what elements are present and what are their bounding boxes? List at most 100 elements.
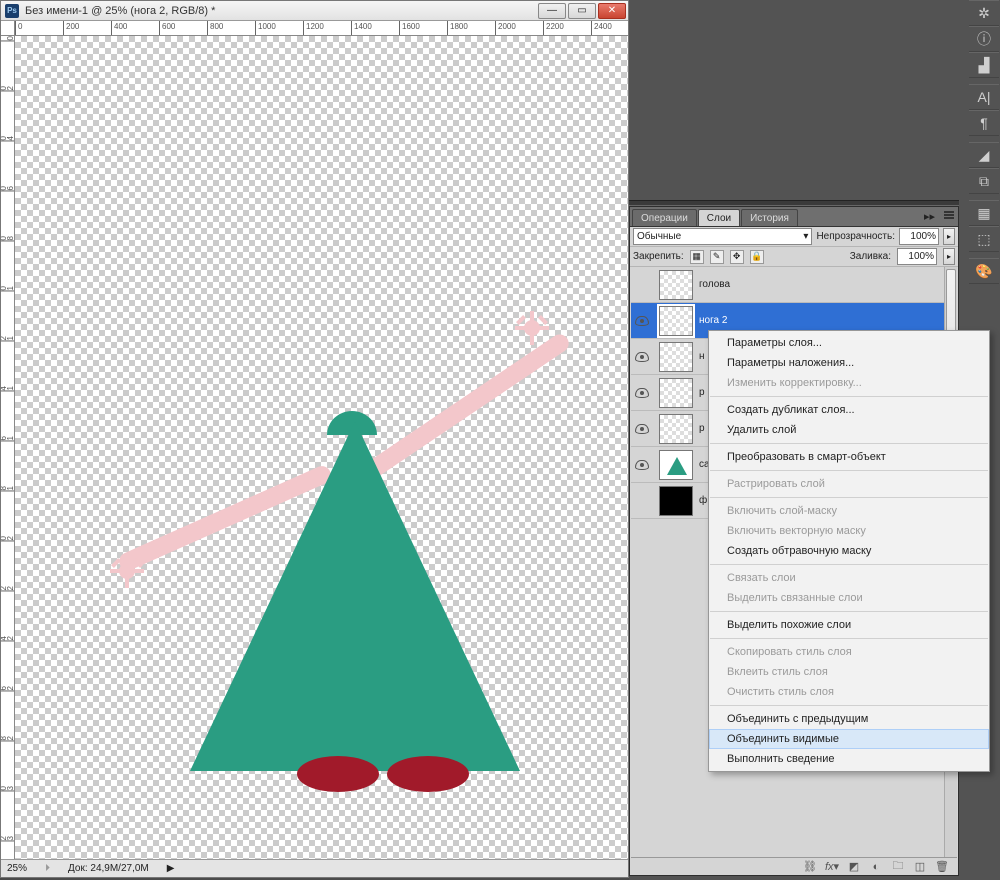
brush-icon[interactable]: ◢ xyxy=(969,142,999,168)
ruler-tick: 1600 xyxy=(399,21,420,36)
clone-source-icon[interactable]: ⧉ xyxy=(969,168,999,194)
visibility-toggle[interactable] xyxy=(631,339,653,374)
character-icon[interactable]: A| xyxy=(969,84,999,110)
menu-item[interactable]: Удалить слой xyxy=(709,420,989,440)
eye-icon xyxy=(635,316,649,326)
menu-item[interactable]: Преобразовать в смарт-объект xyxy=(709,447,989,467)
titlebar[interactable]: Ps Без имени-1 @ 25% (нога 2, RGB/8) * —… xyxy=(1,1,628,21)
layer-name[interactable]: н xyxy=(699,351,705,362)
artwork xyxy=(15,36,628,859)
status-bar: 25% ⏵ Док: 24,9M/27,0M ▶ xyxy=(1,859,628,877)
lock-all-icon[interactable]: 🔒 xyxy=(750,250,764,264)
new-layer-icon[interactable]: ◫ xyxy=(913,860,927,874)
lock-fill-row: Закрепить: ▦ ✎ ✥ 🔒 Заливка: 100% ▸ xyxy=(630,247,958,267)
zoom-level[interactable]: 25% xyxy=(7,863,27,874)
menu-item[interactable]: Параметры наложения... xyxy=(709,353,989,373)
histogram-icon[interactable]: ▟ xyxy=(969,52,999,78)
panel-menu-icon[interactable] xyxy=(944,211,954,219)
menu-item[interactable]: Создать дубликат слоя... xyxy=(709,400,989,420)
ruler-horizontal[interactable]: 0200400600800100012001400160018002000220… xyxy=(15,21,628,36)
layer-row[interactable]: голова xyxy=(631,267,957,303)
layer-name[interactable]: голова xyxy=(699,279,730,290)
close-button[interactable]: ✕ xyxy=(598,3,626,19)
ruler-tick: 400 xyxy=(1,136,15,141)
fill-input[interactable]: 100% xyxy=(897,248,937,265)
blend-mode-select[interactable]: Обычные ▾ xyxy=(633,228,812,245)
visibility-toggle[interactable] xyxy=(631,267,653,302)
maximize-button[interactable]: ▭ xyxy=(568,3,596,19)
ruler-tick: 2800 xyxy=(1,736,15,741)
visibility-toggle[interactable] xyxy=(631,411,653,446)
minimize-button[interactable]: — xyxy=(538,3,566,19)
styles-icon[interactable]: ⬚ xyxy=(969,226,999,252)
visibility-toggle[interactable] xyxy=(631,447,653,482)
lock-transparency-icon[interactable]: ▦ xyxy=(690,250,704,264)
navigator-icon[interactable]: ✲ xyxy=(969,0,999,26)
layer-thumbnail[interactable] xyxy=(659,270,693,300)
ruler-tick: 1400 xyxy=(1,386,15,391)
tab-history[interactable]: История xyxy=(741,209,798,226)
menu-separator xyxy=(710,497,988,498)
delete-layer-icon[interactable]: 🗑 xyxy=(935,860,949,874)
fill-flyout-icon[interactable]: ▸ xyxy=(943,248,955,265)
swatches-icon[interactable]: ▦ xyxy=(969,200,999,226)
menu-item[interactable]: Выполнить сведение xyxy=(709,749,989,769)
ruler-tick: 2000 xyxy=(1,536,15,541)
panel-collapse-icon[interactable]: ▸▸ xyxy=(924,210,936,223)
adjustment-layer-icon[interactable]: ◐ xyxy=(869,860,883,874)
layer-context-menu[interactable]: Параметры слоя...Параметры наложения...И… xyxy=(708,330,990,772)
layer-name[interactable]: р xyxy=(699,387,705,398)
eye-icon xyxy=(635,424,649,434)
info-icon[interactable]: ⓘ xyxy=(969,26,999,52)
ruler-tick: 1400 xyxy=(351,21,372,36)
ruler-tick: 1200 xyxy=(303,21,324,36)
panel-tabs: Операции Слои История ▸▸ xyxy=(630,207,958,227)
layer-name[interactable]: нога 2 xyxy=(699,315,727,326)
tab-layers[interactable]: Слои xyxy=(698,209,740,226)
eye-icon xyxy=(635,460,649,470)
menu-separator xyxy=(710,470,988,471)
window-title: Без имени-1 @ 25% (нога 2, RGB/8) * xyxy=(25,5,538,17)
paragraph-icon[interactable]: ¶ xyxy=(969,110,999,136)
tab-actions[interactable]: Операции xyxy=(632,209,697,226)
layer-thumbnail[interactable] xyxy=(659,306,693,336)
opacity-input[interactable]: 100% xyxy=(899,228,939,245)
menu-item[interactable]: Объединить видимые xyxy=(709,729,989,749)
layer-thumbnail[interactable] xyxy=(659,414,693,444)
ruler-tick: 2000 xyxy=(495,21,516,36)
menu-item[interactable]: Создать обтравочную маску xyxy=(709,541,989,561)
ruler-vertical[interactable]: 0200400600800100012001400160018002000220… xyxy=(1,36,15,859)
menu-item[interactable]: Объединить с предыдущим xyxy=(709,709,989,729)
visibility-toggle[interactable] xyxy=(631,375,653,410)
canvas[interactable] xyxy=(15,36,628,859)
menu-separator xyxy=(710,705,988,706)
layer-thumbnail[interactable] xyxy=(659,450,693,480)
menu-item: Растрировать слой xyxy=(709,474,989,494)
color-icon[interactable]: 🎨 xyxy=(969,258,999,284)
layer-name[interactable]: р xyxy=(699,423,705,434)
ruler-tick: 1200 xyxy=(1,336,15,341)
link-layers-icon[interactable]: ⛓ xyxy=(803,860,817,874)
layer-thumbnail[interactable] xyxy=(659,342,693,372)
lock-position-icon[interactable]: ✥ xyxy=(730,250,744,264)
layer-style-icon[interactable]: fx▾ xyxy=(825,860,839,874)
menu-item: Включить слой-маску xyxy=(709,501,989,521)
menu-item[interactable]: Выделить похожие слои xyxy=(709,615,989,635)
menu-item[interactable]: Параметры слоя... xyxy=(709,333,989,353)
opacity-flyout-icon[interactable]: ▸ xyxy=(943,228,955,245)
layer-thumbnail[interactable] xyxy=(659,378,693,408)
ruler-tick: 800 xyxy=(207,21,223,36)
lock-pixels-icon[interactable]: ✎ xyxy=(710,250,724,264)
chevron-right-icon[interactable]: ▶ xyxy=(167,863,175,874)
layer-mask-icon[interactable]: ◩ xyxy=(847,860,861,874)
layer-thumbnail[interactable] xyxy=(659,486,693,516)
visibility-toggle[interactable] xyxy=(631,303,653,338)
visibility-toggle[interactable] xyxy=(631,483,653,518)
chevron-icon[interactable]: ⏵ xyxy=(45,863,50,874)
doc-info[interactable]: Док: 24,9M/27,0M xyxy=(68,863,149,874)
layer-name[interactable]: ф xyxy=(699,495,707,506)
menu-item: Изменить корректировку... xyxy=(709,373,989,393)
ruler-origin[interactable] xyxy=(1,21,15,36)
new-group-icon[interactable]: 🗀 xyxy=(891,860,905,874)
menu-item: Очистить стиль слоя xyxy=(709,682,989,702)
